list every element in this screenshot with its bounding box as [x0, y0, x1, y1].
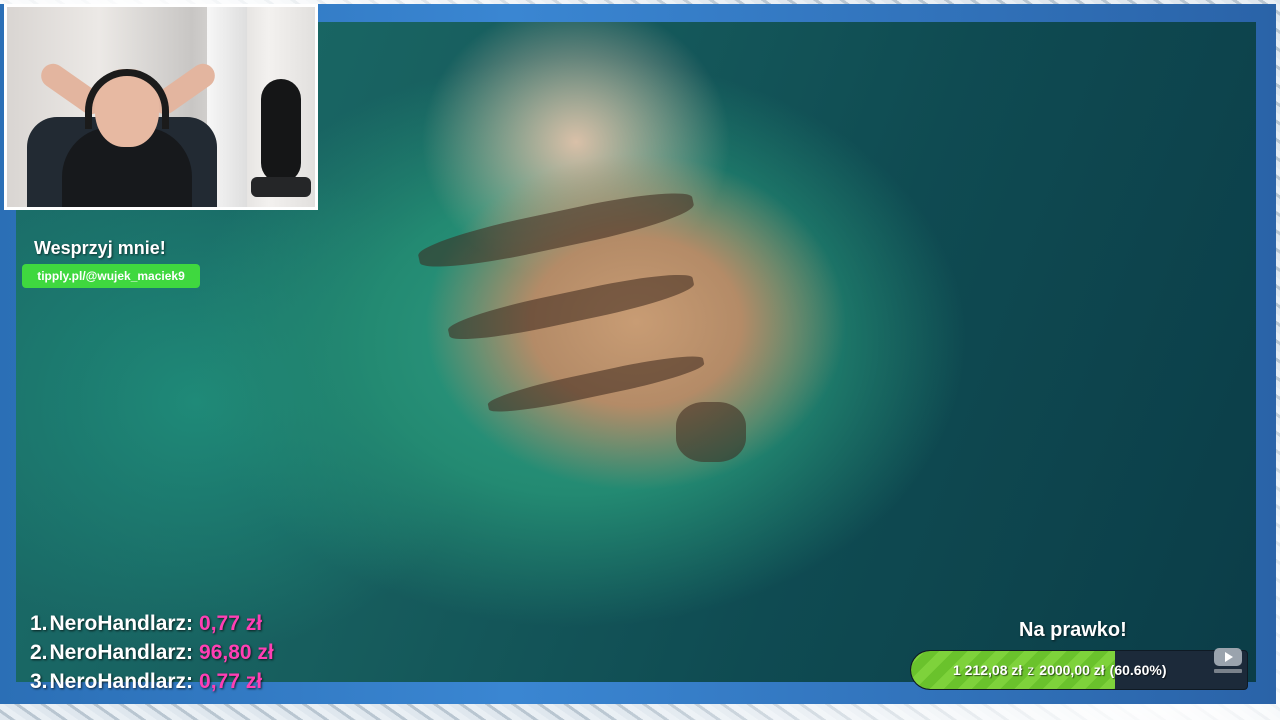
leaderboard-amount: 96,80 zł	[199, 641, 274, 664]
leaderboard-amount: 0,77 zł	[199, 612, 263, 635]
support-title: Wesprzyj mnie!	[34, 238, 166, 258]
webcam-video	[7, 7, 315, 207]
goal-current: 1 212,08 zł	[953, 662, 1023, 678]
leaderboard-rank: 2.	[30, 641, 48, 664]
leaderboard-row: 3. NeroHandlarz: 0,77 zł	[30, 670, 274, 699]
leaderboard-name: NeroHandlarz:	[49, 670, 194, 693]
goal-percent: (60.60%)	[1109, 662, 1167, 678]
leaderboard-amount: 0,77 zł	[199, 670, 263, 693]
goal-separator: z	[1027, 662, 1035, 678]
microphone-icon	[261, 79, 301, 183]
goal-progress-bar: 1 212,08 zł z 2000,00 zł (60.60%)	[910, 650, 1248, 690]
leaderboard-row: 1. NeroHandlarz: 0,77 zł	[30, 612, 274, 641]
leaderboard-name: NeroHandlarz:	[49, 641, 194, 664]
leaderboard-rank: 3.	[30, 670, 48, 693]
youtube-subscribe-icon[interactable]	[1210, 646, 1246, 676]
support-link[interactable]: tipply.pl/@wujek_maciek9	[22, 264, 200, 288]
goal-target: 2000,00 zł	[1039, 662, 1105, 678]
goal-title: Na prawko!	[1019, 619, 1127, 641]
leaderboard-rank: 1.	[30, 612, 48, 635]
goal-progress-text: 1 212,08 zł z 2000,00 zł (60.60%)	[911, 651, 1247, 689]
webcam-overlay	[4, 4, 318, 210]
leaderboard-name: NeroHandlarz:	[49, 612, 194, 635]
donation-leaderboard: 1. NeroHandlarz: 0,77 zł 2. NeroHandlarz…	[30, 612, 274, 699]
leaderboard-row: 2. NeroHandlarz: 96,80 zł	[30, 641, 274, 670]
